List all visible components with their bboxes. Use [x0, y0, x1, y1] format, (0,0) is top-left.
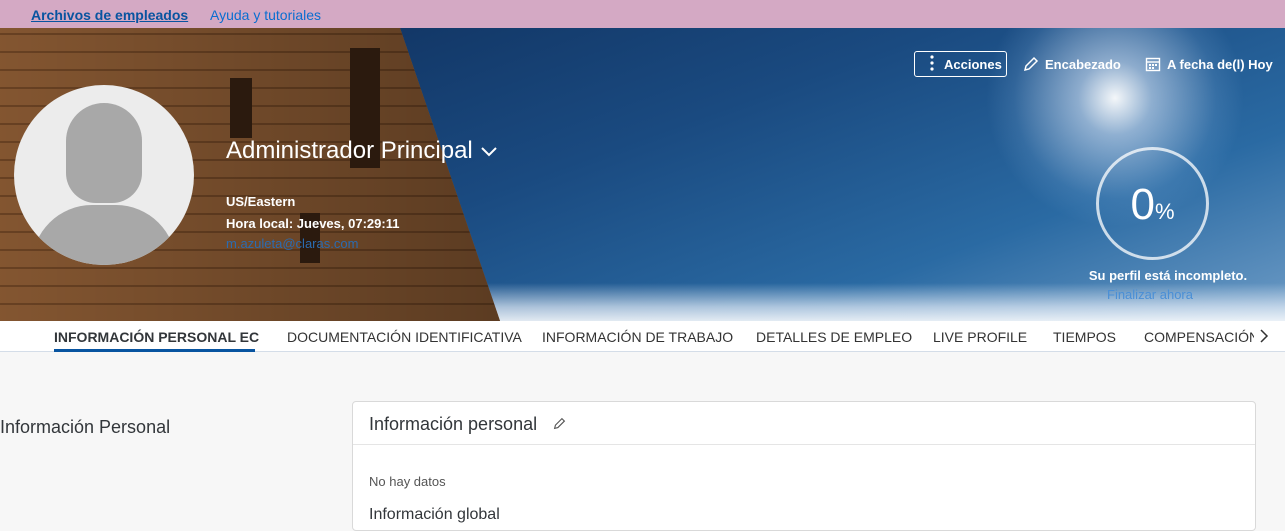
card-header: Información personal: [353, 402, 1255, 445]
email-link[interactable]: m.azuleta@claras.com: [226, 236, 358, 251]
employee-name: Administrador Principal: [226, 137, 473, 164]
no-data-text: No hay datos: [369, 474, 446, 489]
wall-window: [230, 78, 252, 138]
completion-unit: %: [1154, 199, 1175, 224]
tab-bar: INFORMACIÓN PERSONAL EC DOCUMENTACIÓN ID…: [0, 321, 1285, 352]
tab-compensacion[interactable]: COMPENSACIÓN: [1144, 329, 1254, 345]
avatar[interactable]: [14, 85, 194, 265]
personal-info-card: Información personal No hay datos Inform…: [352, 401, 1256, 531]
chevron-down-icon[interactable]: [480, 144, 498, 162]
tab-live-profile[interactable]: LIVE PROFILE: [933, 329, 1027, 345]
global-info-heading: Información global: [369, 506, 500, 523]
avatar-head: [66, 103, 142, 203]
actions-label: Acciones: [944, 57, 1002, 72]
tab-detalles-de-empleo[interactable]: DETALLES DE EMPLEO: [756, 329, 912, 345]
local-time: Hora local: Jueves, 07:29:11: [226, 216, 400, 231]
calendar-icon: [1145, 56, 1161, 75]
help-tutorials-link[interactable]: Ayuda y tutoriales: [210, 7, 321, 23]
avatar-body: [32, 205, 176, 265]
header-edit-label: Encabezado: [1045, 56, 1121, 72]
card-title: Información personal: [369, 414, 538, 434]
profile-incomplete-text: Su perfil está incompleto.: [1088, 268, 1248, 283]
completion-number: 0: [1130, 180, 1155, 229]
header-edit-button[interactable]: Encabezado: [1023, 56, 1121, 75]
employee-files-link[interactable]: Archivos de empleados: [31, 7, 188, 23]
section-label[interactable]: Información Personal: [0, 417, 170, 438]
vertical-dots-icon: [929, 54, 935, 72]
as-of-date-label: A fecha de(l) Hoy: [1167, 56, 1273, 72]
profile-completion-ring: 0%: [1096, 147, 1209, 260]
chevron-right-icon[interactable]: [1259, 328, 1269, 348]
as-of-date-button[interactable]: A fecha de(l) Hoy: [1145, 56, 1273, 75]
main-content: Información Personal Información persona…: [0, 352, 1285, 531]
top-navigation-bar: Archivos de empleados Ayuda y tutoriales: [0, 0, 1285, 28]
tab-informacion-de-trabajo[interactable]: INFORMACIÓN DE TRABAJO: [542, 329, 733, 345]
profile-header: Administrador Principal US/Eastern Hora …: [0, 28, 1285, 321]
tab-tiempos[interactable]: TIEMPOS: [1053, 329, 1116, 345]
tab-documentacion-identificativa[interactable]: DOCUMENTACIÓN IDENTIFICATIVA: [287, 329, 522, 345]
timezone: US/Eastern: [226, 194, 296, 209]
profile-completion-value: 0%: [1099, 180, 1206, 230]
finish-now-link[interactable]: Finalizar ahora: [1060, 287, 1240, 302]
tab-informacion-personal-ec[interactable]: INFORMACIÓN PERSONAL EC: [54, 329, 259, 345]
actions-button[interactable]: Acciones: [914, 51, 1007, 77]
pencil-icon[interactable]: [553, 417, 566, 435]
pencil-icon: [1023, 56, 1039, 75]
